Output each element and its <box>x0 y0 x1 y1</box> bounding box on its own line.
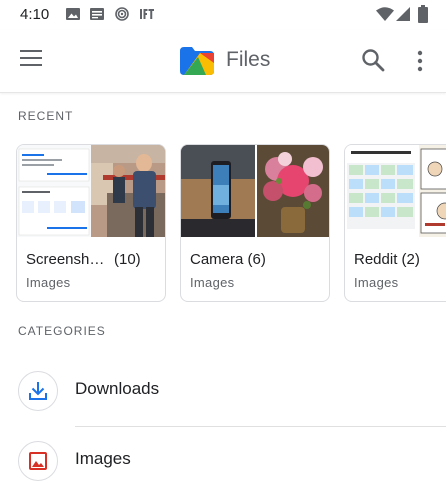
menu-icon <box>20 50 42 52</box>
status-time: 4:10 <box>20 6 50 23</box>
card-subtitle: Images <box>26 275 71 290</box>
recent-section-header: RECENT <box>18 109 74 123</box>
card-count: (10) <box>114 251 141 268</box>
menu-button[interactable] <box>20 50 42 68</box>
reddit-thumbnail <box>345 145 446 237</box>
card-title: Reddit (2) <box>354 251 420 268</box>
search-icon[interactable] <box>360 47 386 73</box>
card-subtitle: Images <box>354 275 399 290</box>
category-label: Downloads <box>75 379 160 398</box>
card-subtitle: Images <box>190 275 235 290</box>
status-bar: 4:10 <box>0 0 446 30</box>
battery-icon <box>418 5 428 23</box>
app-bar: Files <box>0 30 446 93</box>
hotspot-notification-icon <box>115 7 129 21</box>
recent-card-screenshots[interactable]: Screensh… (10) Images <box>16 144 166 302</box>
menu-icon-line <box>20 64 42 66</box>
menu-icon-line <box>20 57 42 59</box>
camera-thumbnail <box>181 145 329 237</box>
category-downloads[interactable]: Downloads <box>0 357 446 425</box>
cell-signal-icon <box>396 7 410 21</box>
app-title: Files <box>226 48 271 71</box>
files-logo-icon <box>180 47 214 75</box>
recent-card-camera[interactable]: Camera (6) Images <box>180 144 330 302</box>
card-title: Camera (6) <box>190 251 266 268</box>
ifttt-notification-icon <box>140 9 154 19</box>
screenshots-thumbnail <box>17 145 165 237</box>
download-icon <box>18 371 58 411</box>
category-label: Images <box>75 449 131 468</box>
recent-card-reddit[interactable]: Reddit (2) Images <box>344 144 446 302</box>
wifi-icon <box>376 7 394 21</box>
image-icon <box>18 441 58 481</box>
more-options-icon[interactable] <box>412 48 428 74</box>
gallery-notification-icon <box>66 8 80 20</box>
card-title: Screensh… <box>26 251 105 268</box>
categories-section-header: CATEGORIES <box>18 324 106 338</box>
category-images[interactable]: Images <box>0 427 446 495</box>
news-notification-icon <box>90 8 104 20</box>
